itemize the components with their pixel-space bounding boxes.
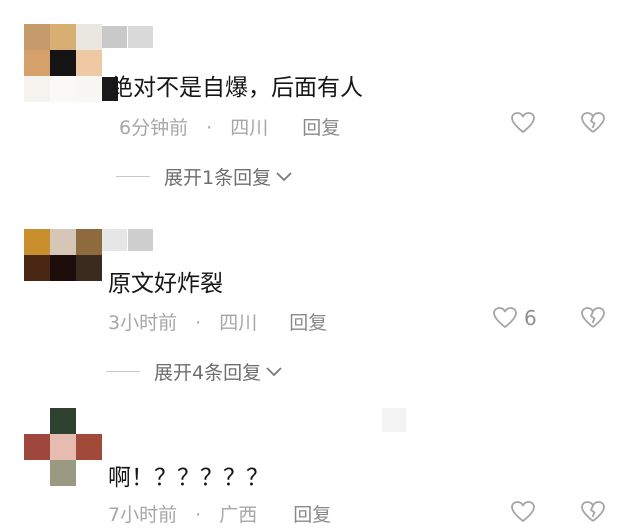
comment-text: 啊！？？？？？ — [108, 465, 269, 491]
dislike-button[interactable] — [580, 500, 606, 528]
comment-time: 7小时前 — [108, 504, 178, 526]
broken-heart-icon — [581, 501, 605, 522]
comment-item: 啊！？？？？？ 7小时前 · 广西 回复 — [0, 0, 640, 526]
comment-meta: 7小时前 · 广西 回复 — [108, 500, 331, 527]
comment-location: 广西 — [219, 504, 258, 526]
avatar[interactable] — [24, 408, 102, 486]
mosaic-fragment — [382, 408, 406, 432]
meta-separator: · — [195, 504, 202, 526]
reply-button[interactable]: 回复 — [293, 500, 331, 527]
heart-outline-icon — [511, 501, 535, 522]
like-button[interactable] — [510, 500, 536, 524]
